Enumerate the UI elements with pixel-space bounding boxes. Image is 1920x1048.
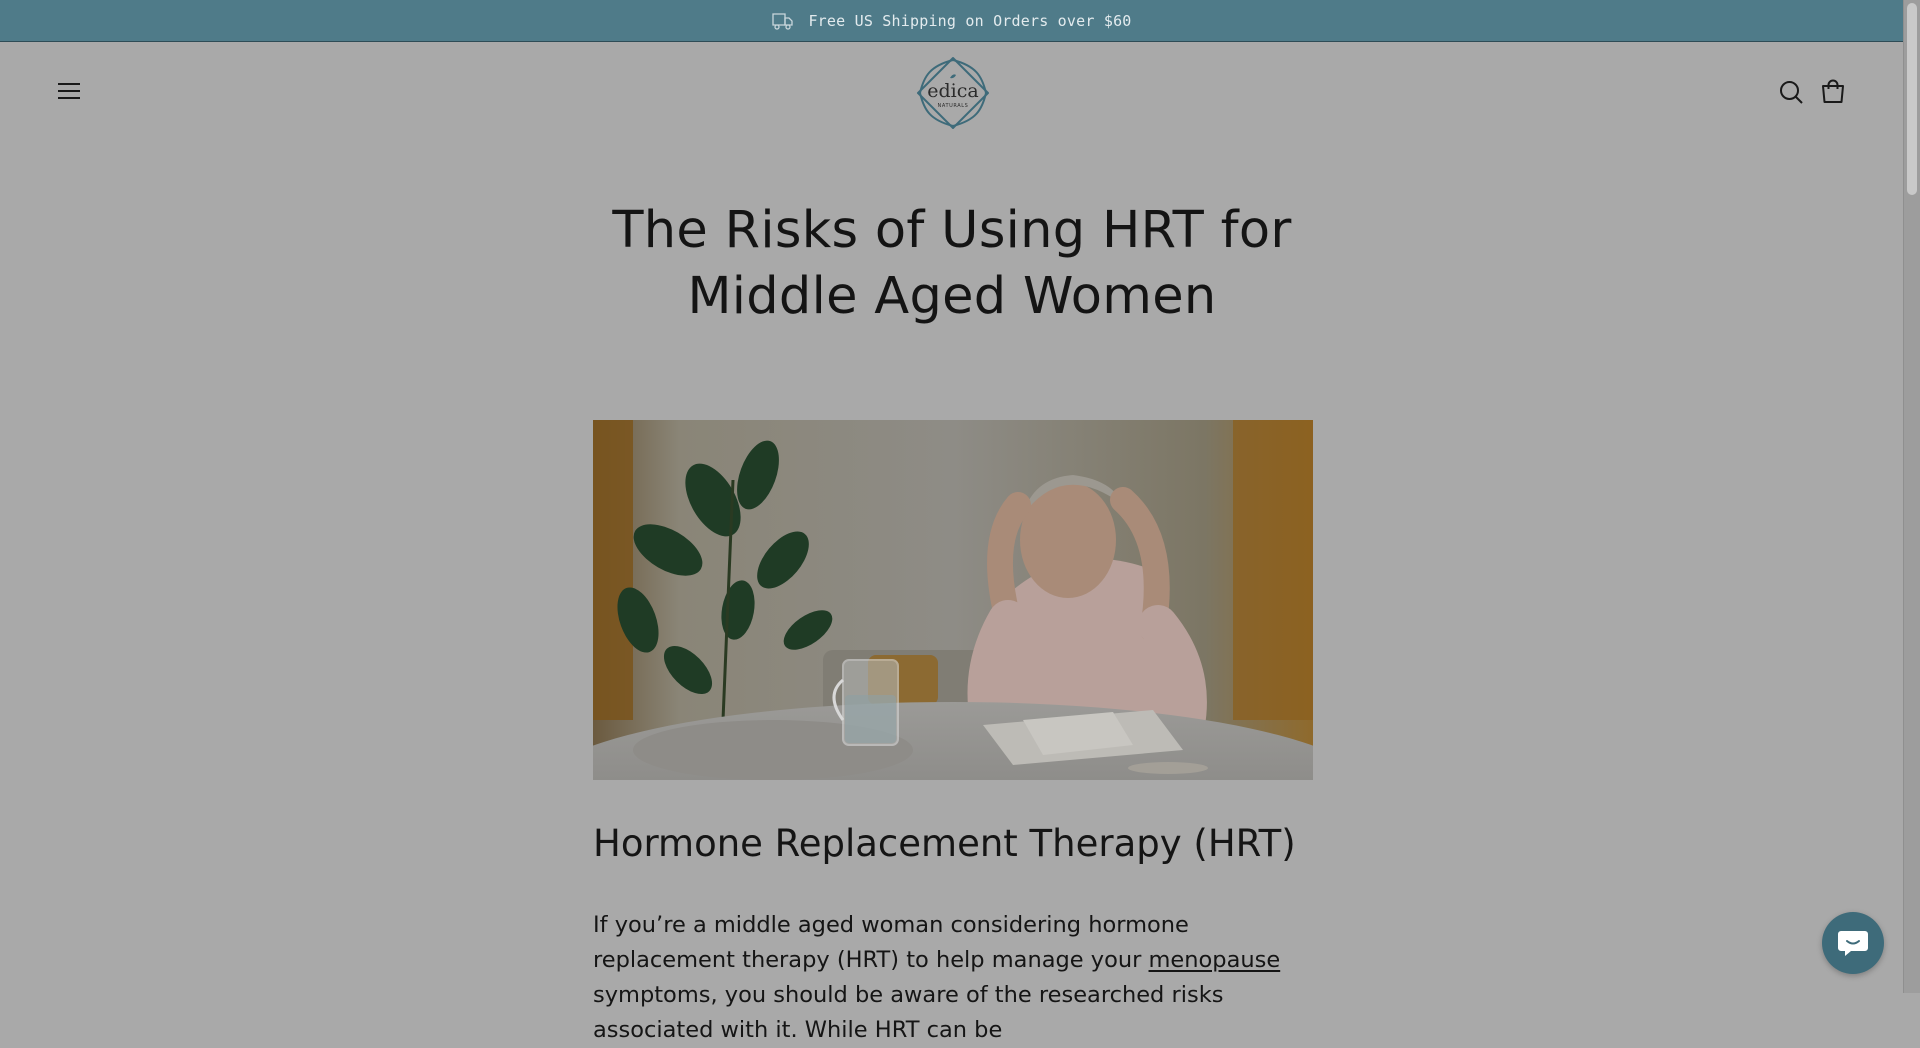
announcement-content: Free US Shipping on Orders over $60 xyxy=(772,11,1131,31)
paragraph-text-before-link: If you’re a middle aged woman considerin… xyxy=(593,912,1189,973)
menopause-link[interactable]: menopause xyxy=(1149,947,1281,973)
chat-button[interactable] xyxy=(1822,912,1884,974)
truck-icon xyxy=(772,12,794,30)
logo-wordmark: edica xyxy=(927,80,978,102)
menu-icon[interactable] xyxy=(57,81,81,101)
article-title: The Risks of Using HRT for Middle Aged W… xyxy=(560,198,1344,330)
logo-tagline: NATURALS xyxy=(938,103,969,109)
page-scrollbar[interactable] xyxy=(1903,0,1920,993)
hero-image xyxy=(593,420,1313,780)
paragraph-text-after-link: symptoms, you should be aware of the res… xyxy=(593,982,1224,1043)
site-header: edica NATURALS xyxy=(0,42,1904,142)
site-logo[interactable]: edica NATURALS xyxy=(916,56,990,130)
hero-illustration xyxy=(593,420,1313,780)
cart-icon[interactable] xyxy=(1821,78,1845,104)
announcement-text: Free US Shipping on Orders over $60 xyxy=(808,11,1132,30)
section-heading: Hormone Replacement Therapy (HRT) xyxy=(593,822,1296,865)
announcement-bar: Free US Shipping on Orders over $60 xyxy=(0,0,1904,42)
chat-bubble-icon xyxy=(1838,931,1868,956)
article-paragraph: If you’re a middle aged woman considerin… xyxy=(593,908,1323,1048)
article-title-line1: The Risks of Using HRT for xyxy=(612,201,1292,260)
article-title-line2: Middle Aged Women xyxy=(687,267,1217,326)
scrollbar-thumb[interactable] xyxy=(1907,3,1917,195)
search-icon[interactable] xyxy=(1779,80,1803,104)
